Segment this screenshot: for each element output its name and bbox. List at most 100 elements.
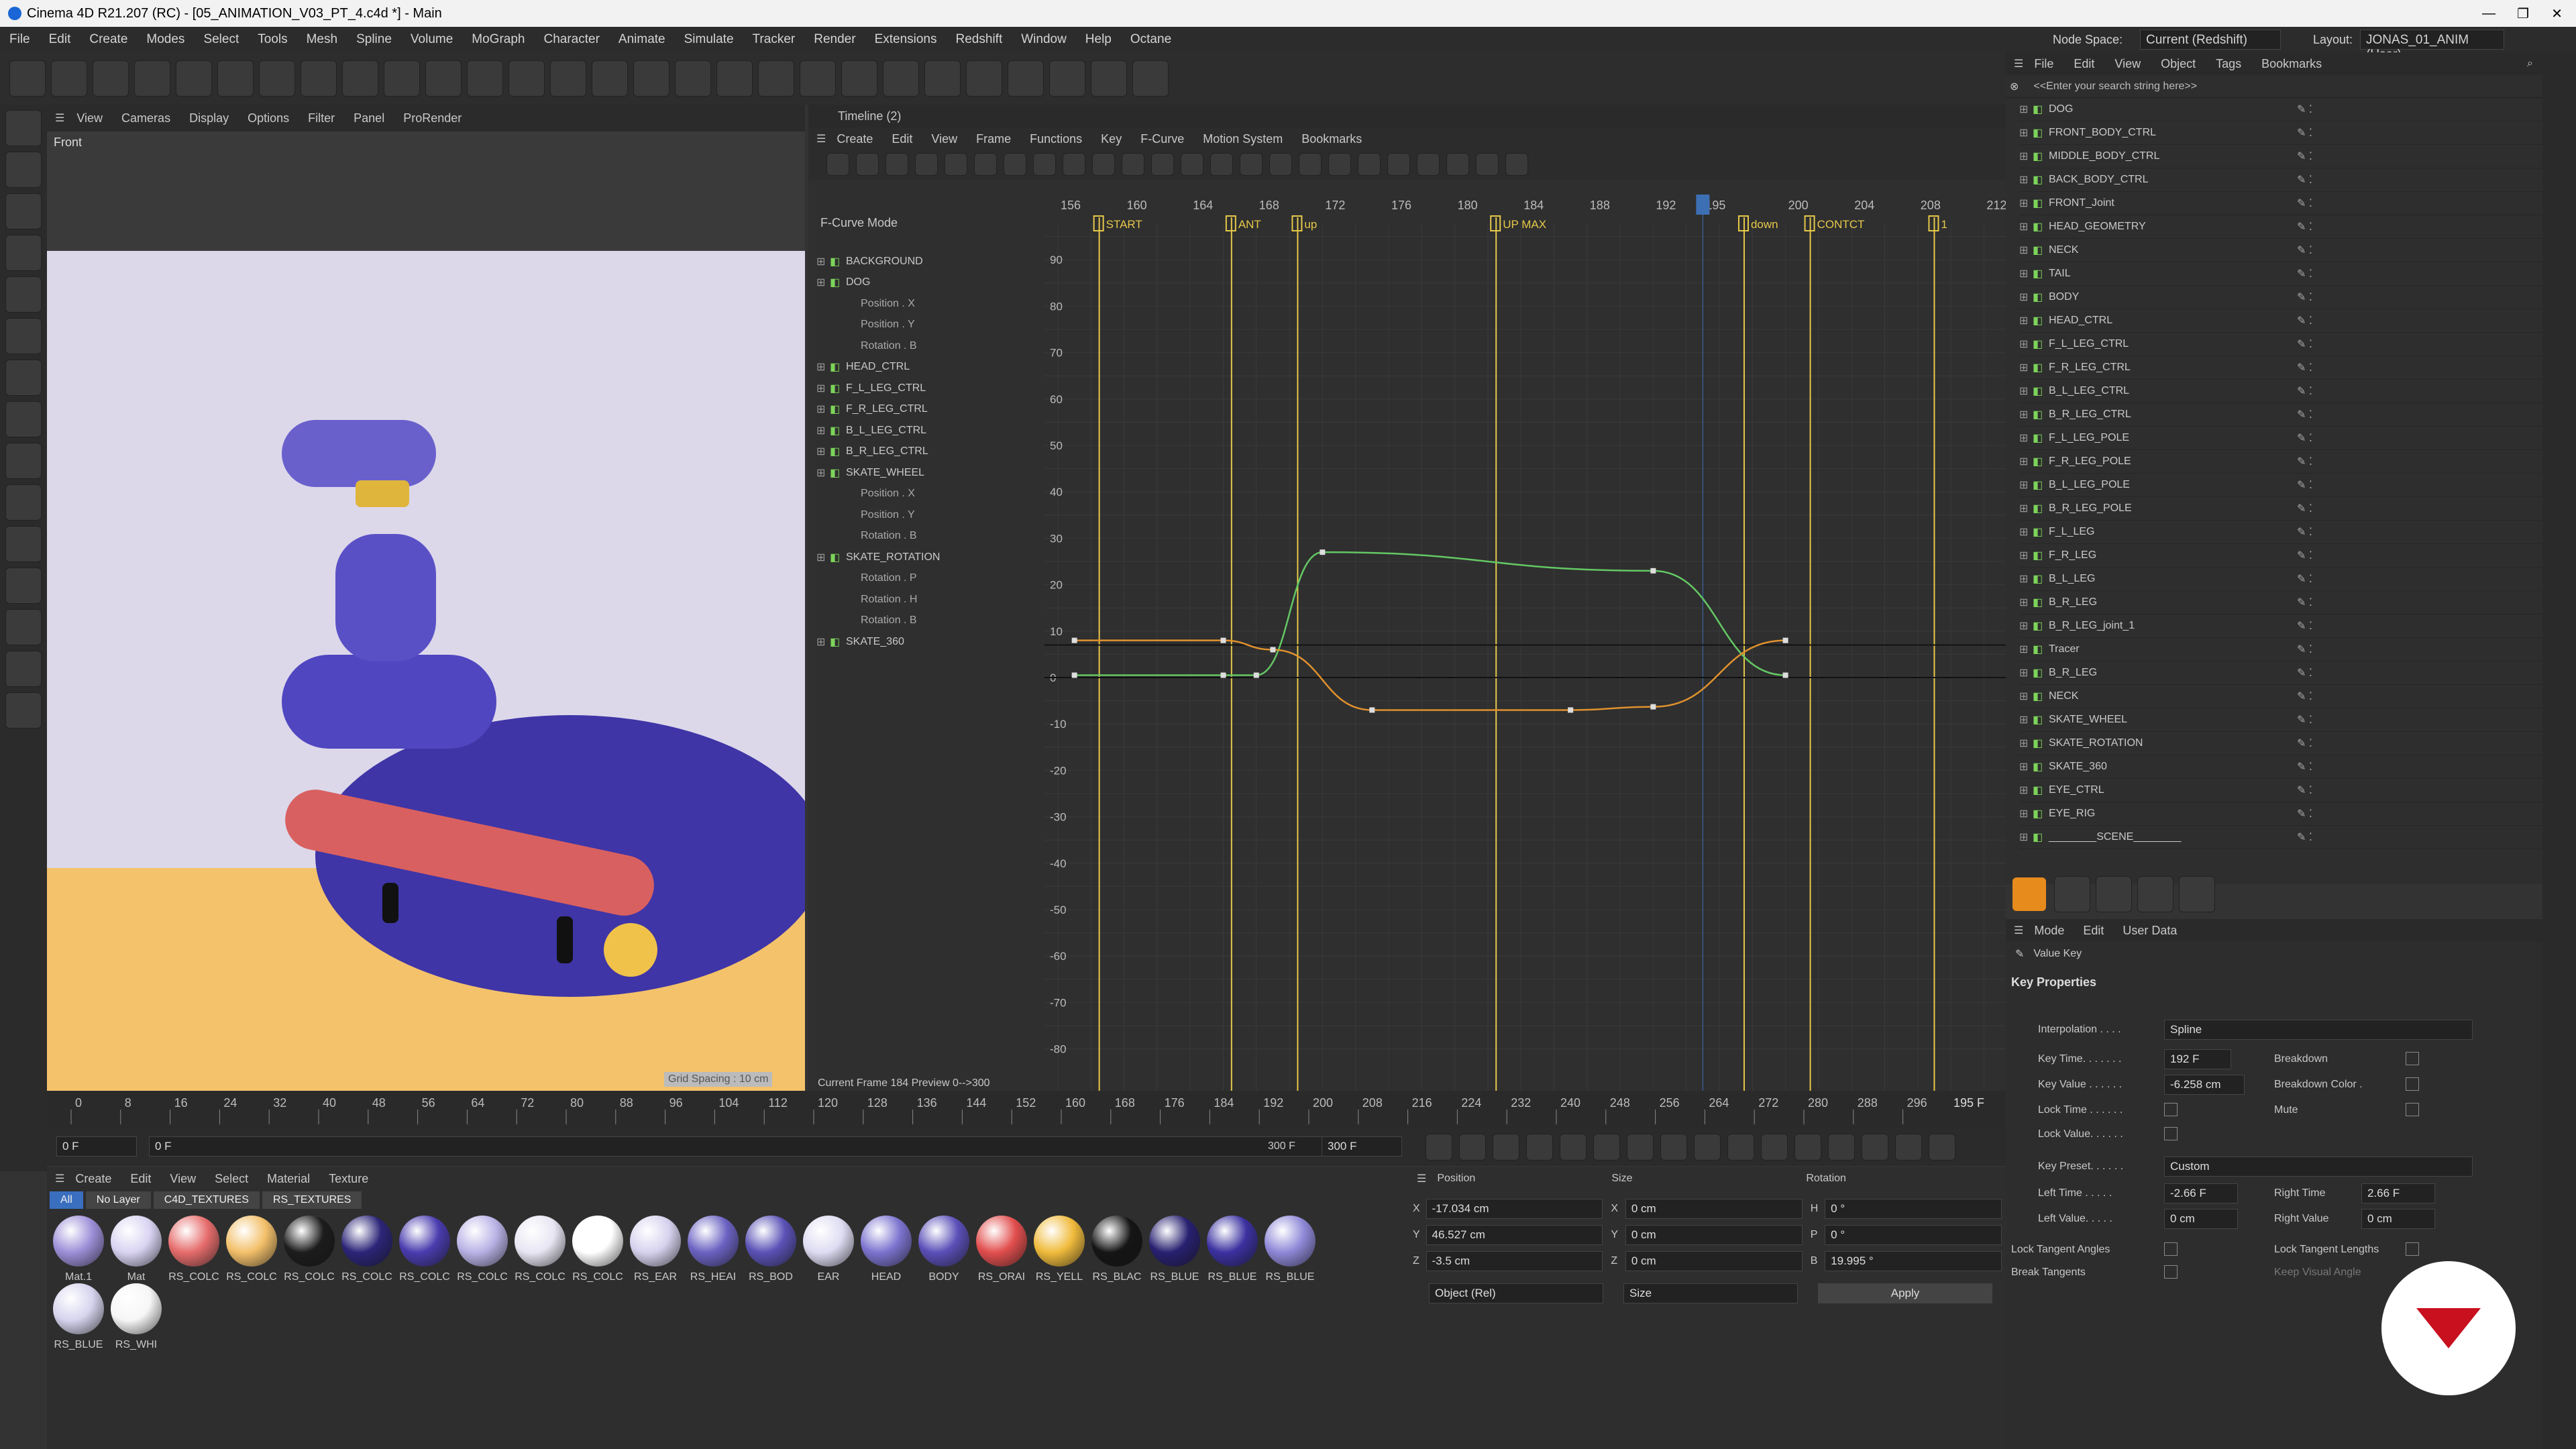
visibility-icon[interactable]: ✎ ⁚ — [2297, 643, 2312, 656]
object-name[interactable]: NECK — [2049, 690, 2297, 702]
expand-icon[interactable]: ⊞ — [816, 445, 830, 458]
object-row[interactable]: ⊞ ◧ B_R_LEG_joint_1 ✎ ⁚ — [2019, 614, 2542, 638]
menu-spline[interactable]: Spline — [356, 32, 392, 47]
timeline-tool-icon[interactable] — [945, 153, 967, 176]
object-row[interactable]: ⊞ ◧ BODY ✎ ⁚ — [2019, 286, 2542, 309]
timeline-layout-icon[interactable] — [1929, 1134, 1955, 1161]
material-swatch[interactable]: RS_BLUE — [1146, 1216, 1203, 1283]
track-row[interactable]: Rotation . B — [816, 610, 1051, 632]
object-row[interactable]: ⊞ ◧ BACK_BODY_CTRL ✎ ⁚ — [2019, 168, 2542, 192]
keyframe-point[interactable] — [1650, 568, 1656, 574]
menu-animate[interactable]: Animate — [619, 32, 665, 47]
toolbar-tool-icon[interactable] — [1049, 60, 1085, 97]
expand-icon[interactable]: ⊞ — [2019, 290, 2033, 304]
timeline-tool-icon[interactable] — [1328, 153, 1351, 176]
timeline-tool-icon[interactable] — [1446, 153, 1469, 176]
lock-value-checkbox[interactable] — [2164, 1127, 2178, 1140]
keyframe-point[interactable] — [1253, 672, 1259, 678]
visibility-icon[interactable]: ✎ ⁚ — [2297, 150, 2312, 163]
object-name[interactable]: BODY — [2049, 291, 2297, 303]
timeline-tool-icon[interactable] — [1358, 153, 1381, 176]
breakdown-checkbox[interactable] — [2406, 1052, 2419, 1065]
break-tangents-checkbox[interactable] — [2164, 1265, 2178, 1279]
expand-icon[interactable]: ⊞ — [816, 402, 830, 416]
timeline-tool-icon[interactable] — [1240, 153, 1263, 176]
toolbar-tool-icon[interactable] — [550, 60, 586, 97]
object-row[interactable]: ⊞ ◧ HEAD_GEOMETRY ✎ ⁚ — [2019, 215, 2542, 239]
object-row[interactable]: ⊞ ◧ B_L_LEG_CTRL ✎ ⁚ — [2019, 380, 2542, 403]
expand-icon[interactable]: ⊞ — [2019, 737, 2033, 750]
timeline-tool-icon[interactable] — [1505, 153, 1528, 176]
material-swatch[interactable]: RS_COLC — [338, 1216, 396, 1283]
object-row[interactable]: ⊞ ◧ SKATE_ROTATION ✎ ⁚ — [2019, 732, 2542, 755]
toolbar-tool-icon[interactable] — [467, 60, 503, 97]
track-row[interactable]: ⊞ ◧ BACKGROUND — [816, 251, 1051, 272]
expand-icon[interactable]: ⊞ — [2019, 314, 2033, 327]
key-preset-select[interactable]: Custom — [2164, 1157, 2473, 1177]
rotation-field[interactable]: 0 ° — [1825, 1198, 2002, 1219]
mode-tool-icon[interactable] — [5, 401, 42, 437]
toolbar-tool-icon[interactable] — [9, 60, 46, 97]
object-name[interactable]: F_L_LEG_CTRL — [2049, 338, 2297, 350]
expand-icon[interactable]: ⊞ — [816, 466, 830, 480]
toolbar-tool-icon[interactable] — [675, 60, 711, 97]
object-row[interactable]: ⊞ ◧ Tracer ✎ ⁚ — [2019, 638, 2542, 661]
rotation-key-icon[interactable] — [1794, 1134, 1821, 1161]
visibility-icon[interactable]: ✎ ⁚ — [2297, 737, 2312, 750]
mute-checkbox[interactable] — [2406, 1103, 2419, 1116]
toolbar-tool-icon[interactable] — [93, 60, 129, 97]
tool-icon[interactable] — [2179, 876, 2215, 912]
material-menu-material[interactable]: Material — [267, 1172, 310, 1186]
timeline-tool-icon[interactable] — [974, 153, 997, 176]
expand-icon[interactable]: ⊞ — [2019, 807, 2033, 820]
frame-ruler[interactable]: 0 8 16 24 32 40 48 56 64 72 80 88 96 104 112 120 128 136 1… — [47, 1091, 2006, 1128]
right-value-field[interactable]: 0 cm — [2361, 1209, 2435, 1229]
material-filter-tab[interactable]: All — [50, 1191, 83, 1209]
toolbar-tool-icon[interactable] — [176, 60, 212, 97]
material-swatch[interactable]: RS_COLC — [511, 1216, 569, 1283]
expand-icon[interactable]: ⊞ — [2019, 784, 2033, 797]
pla-key-icon[interactable] — [1862, 1134, 1888, 1161]
track-row[interactable]: Rotation . P — [816, 568, 1051, 590]
menu-help[interactable]: Help — [1085, 32, 1112, 47]
expand-icon[interactable]: ⊞ — [2019, 572, 2033, 586]
material-swatch[interactable]: Mat.1 — [50, 1216, 107, 1283]
keyframe-point[interactable] — [1071, 672, 1077, 678]
material-swatch[interactable]: RS_WHI — [107, 1283, 165, 1351]
material-swatch[interactable]: RS_COLC — [396, 1216, 453, 1283]
object-row[interactable]: ⊞ ◧ EYE_CTRL ✎ ⁚ — [2019, 779, 2542, 802]
track-row[interactable]: ⊞ ◧ B_L_LEG_CTRL — [816, 420, 1051, 441]
close-search-icon[interactable]: ⊗ — [2010, 80, 2019, 93]
object-name[interactable]: Tracer — [2049, 643, 2297, 655]
timeline-menu-frame[interactable]: Frame — [976, 132, 1011, 146]
end-frame-field[interactable]: 300 F — [1322, 1136, 1402, 1157]
expand-icon[interactable]: ⊞ — [2019, 549, 2033, 562]
menu-mograph[interactable]: MoGraph — [472, 32, 525, 47]
layout-select[interactable]: JONAS_01_ANIM (User) — [2360, 30, 2504, 62]
object-search-input[interactable]: <<Enter your search string here>> — [2033, 80, 2197, 93]
track-row[interactable]: Position . X — [816, 484, 1051, 505]
toolbar-tool-icon[interactable] — [51, 60, 87, 97]
dope-icon[interactable] — [1895, 1134, 1922, 1161]
tool-icon[interactable] — [2096, 876, 2132, 912]
material-menu-texture[interactable]: Texture — [329, 1172, 368, 1186]
object-name[interactable]: B_R_LEG_POLE — [2049, 502, 2297, 515]
visibility-icon[interactable]: ✎ ⁚ — [2297, 290, 2312, 304]
object-name[interactable]: HEAD_CTRL — [2049, 315, 2297, 327]
menu-window[interactable]: Window — [1021, 32, 1067, 47]
object-name[interactable]: F_L_LEG — [2049, 526, 2297, 538]
object-row[interactable]: ⊞ ◧ NECK ✎ ⁚ — [2019, 685, 2542, 708]
objects-menu-edit[interactable]: Edit — [2074, 57, 2094, 71]
timeline-tool-icon[interactable] — [1269, 153, 1292, 176]
toolbar-tool-icon[interactable] — [758, 60, 794, 97]
hamburger-icon[interactable]: ☰ — [2014, 924, 2023, 937]
viewport-menu-view[interactable]: View — [76, 111, 103, 125]
mode-tool-icon[interactable] — [5, 276, 42, 313]
lock-time-checkbox[interactable] — [2164, 1103, 2178, 1116]
expand-icon[interactable]: ⊞ — [2019, 267, 2033, 280]
material-swatch[interactable]: Mat — [107, 1216, 165, 1283]
timeline-tool-icon[interactable] — [1181, 153, 1203, 176]
expand-icon[interactable]: ⊞ — [2019, 643, 2033, 656]
toolbar-tool-icon[interactable] — [384, 60, 420, 97]
prev-key-icon[interactable] — [1459, 1134, 1486, 1161]
